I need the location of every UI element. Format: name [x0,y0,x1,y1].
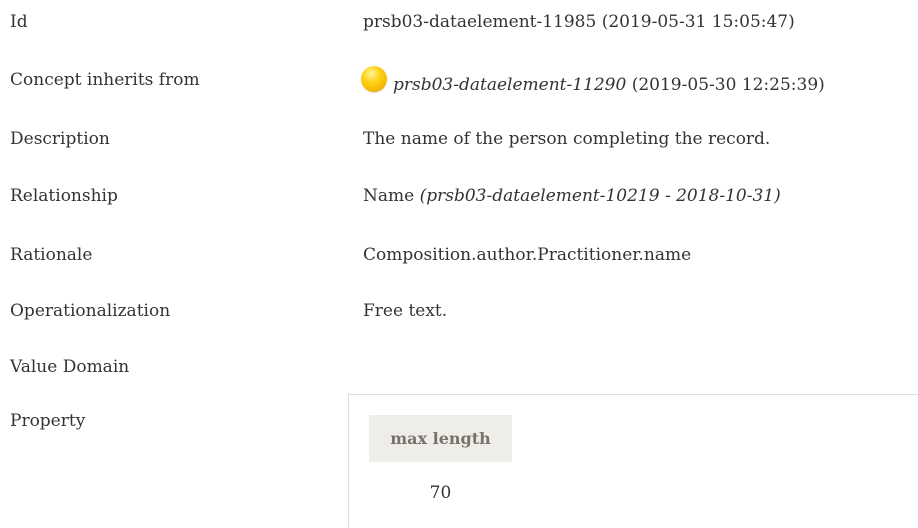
relationship-name: Name [363,186,420,206]
relationship-label: Relationship [10,186,118,206]
concept-inherits-from-label: Concept inherits from [10,70,200,90]
row-concept-inherits-from: Concept inherits from prsb03-dataelement… [0,66,918,110]
row-relationship: Relationship Name (prsb03-dataelement-10… [0,186,918,226]
yellow-status-dot-icon [361,66,387,92]
relationship-value: Name (prsb03-dataelement-10219 - 2018-10… [363,186,781,206]
max-length-value: 70 [429,483,452,503]
description-value: The name of the person completing the re… [363,129,771,149]
rationale-label: Rationale [10,245,93,265]
concept-inherits-from-value: prsb03-dataelement-11290 (2019-05-30 12:… [361,66,825,96]
row-id: Id prsb03-dataelement-11985 (2019-05-31 … [0,12,918,52]
property-table: max length 70 [348,394,918,528]
rationale-value: Composition.author.Practitioner.name [363,245,692,265]
relationship-reference: (prsb03-dataelement-10219 - 2018-10-31) [419,186,781,206]
operationalization-value: Free text. [363,301,448,321]
inherited-concept-date: (2019-05-30 12:25:39) [626,75,825,95]
id-value: prsb03-dataelement-11985 (2019-05-31 15:… [363,12,795,32]
value-domain-label: Value Domain [10,357,130,377]
inherited-concept-link[interactable]: prsb03-dataelement-11290 [393,75,626,95]
max-length-header: max length [369,415,512,462]
row-operationalization: Operationalization Free text. [0,301,918,341]
row-description: Description The name of the person compl… [0,129,918,169]
description-label: Description [10,129,110,149]
row-value-domain: Value Domain [0,357,918,397]
operationalization-label: Operationalization [10,301,171,321]
property-label: Property [10,411,86,431]
row-rationale: Rationale Composition.author.Practitione… [0,245,918,285]
id-label: Id [10,12,28,32]
